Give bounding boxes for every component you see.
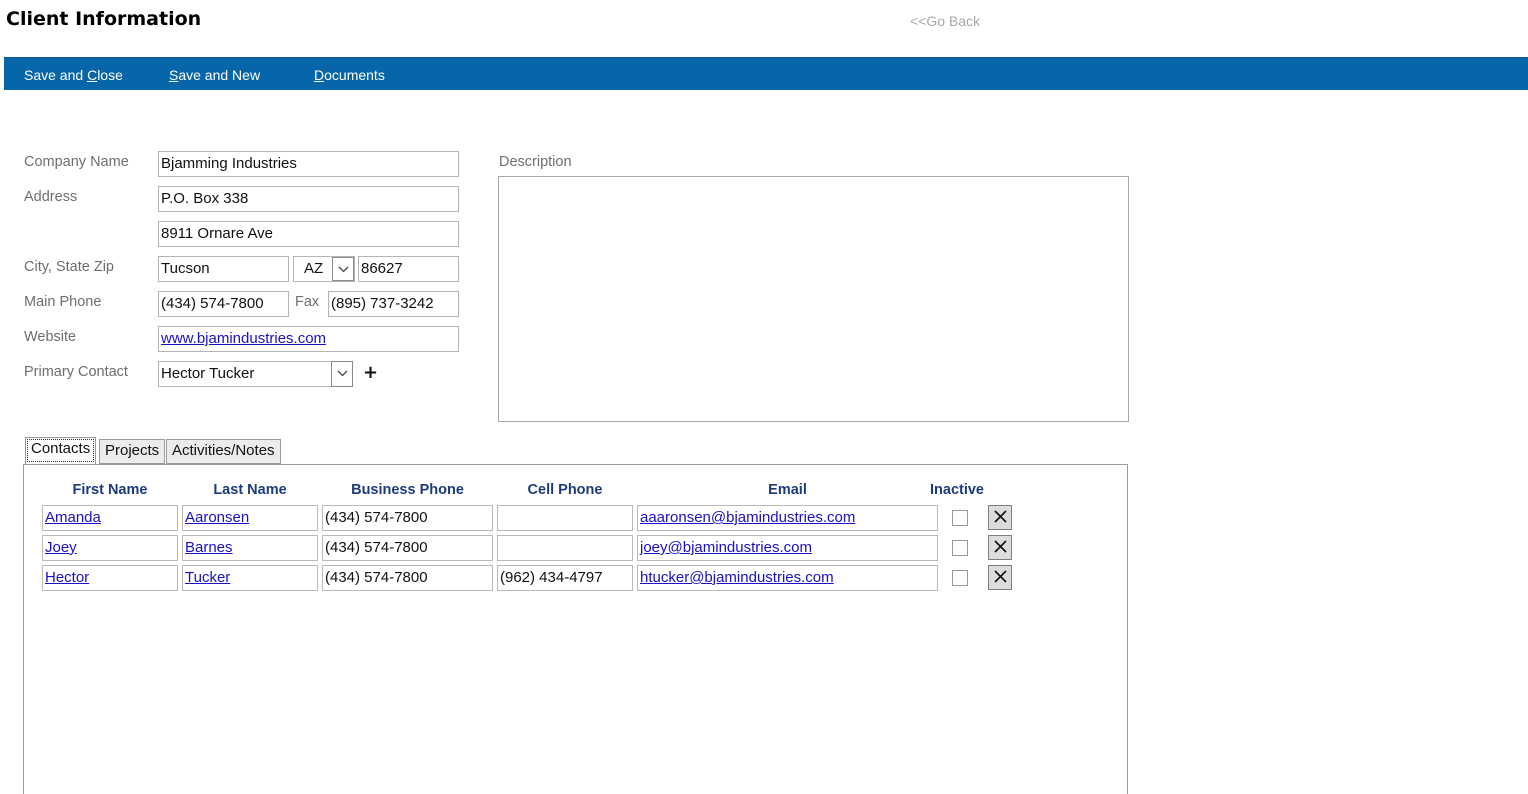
website-label: Website: [24, 329, 77, 345]
last-name-link[interactable]: Tucker: [182, 565, 318, 591]
email-link[interactable]: joey@bjamindustries.com: [637, 535, 938, 561]
zip-input[interactable]: 86627: [358, 256, 459, 282]
save-new-accesskey: S: [169, 67, 179, 83]
fax-label: Fax: [295, 294, 320, 310]
column-header-inactive: Inactive: [930, 482, 984, 498]
email-link[interactable]: htucker@bjamindustries.com: [637, 565, 938, 591]
description-textarea[interactable]: [498, 176, 1129, 422]
city-input[interactable]: Tucson: [158, 256, 289, 282]
page-title: Client Information: [6, 8, 202, 30]
column-header-first-name: First Name: [72, 482, 148, 498]
column-header-cell-phone: Cell Phone: [527, 482, 603, 498]
toolbar: Save and Close Save and New Documents: [4, 57, 1528, 90]
cell-phone-field[interactable]: [497, 505, 633, 531]
documents-accesskey: D: [314, 67, 325, 83]
documents-text: ocuments: [324, 67, 385, 83]
state-dropdown-button[interactable]: [332, 257, 354, 281]
company-name-input[interactable]: Bjamming Industries: [158, 151, 459, 177]
primary-contact-select[interactable]: Hector Tucker: [158, 361, 353, 387]
save-and-new-button[interactable]: Save and New: [169, 67, 260, 83]
first-name-link[interactable]: Joey: [42, 535, 178, 561]
column-header-business-phone: Business Phone: [351, 482, 464, 498]
main-phone-label: Main Phone: [24, 294, 102, 310]
save-close-text-end: lose: [97, 67, 123, 83]
last-name-link[interactable]: Aaronsen: [182, 505, 318, 531]
business-phone-field[interactable]: (434) 574-7800: [322, 565, 493, 591]
chevron-down-icon: [337, 370, 348, 377]
inactive-checkbox[interactable]: [952, 540, 968, 556]
cell-phone-field[interactable]: [497, 535, 633, 561]
save-new-text: ave and New: [178, 67, 261, 83]
business-phone-field[interactable]: (434) 574-7800: [322, 535, 493, 561]
city-state-zip-label: City, State Zip: [24, 259, 114, 275]
address-line2-input[interactable]: 8911 Ornare Ave: [158, 221, 459, 247]
close-icon: [994, 510, 1007, 523]
documents-button[interactable]: Documents: [314, 67, 385, 83]
address-label: Address: [24, 189, 78, 205]
business-phone-field[interactable]: (434) 574-7800: [322, 505, 493, 531]
save-close-accesskey: C: [87, 67, 98, 83]
tab-projects[interactable]: Projects: [99, 439, 166, 464]
inactive-checkbox[interactable]: [952, 570, 968, 586]
delete-contact-button[interactable]: [988, 565, 1012, 590]
save-close-text: Save and: [24, 67, 88, 83]
delete-contact-button[interactable]: [988, 505, 1012, 530]
cell-phone-field[interactable]: (962) 434-4797: [497, 565, 633, 591]
fax-input[interactable]: (895) 737-3242: [328, 291, 459, 317]
description-label: Description: [499, 154, 572, 170]
close-icon: [994, 570, 1007, 583]
chevron-down-icon: [338, 266, 349, 273]
address-line1-input[interactable]: P.O. Box 338: [158, 186, 459, 212]
primary-contact-dropdown-button[interactable]: [331, 361, 353, 387]
close-icon: [994, 540, 1007, 553]
company-name-label: Company Name: [24, 154, 129, 170]
website-link[interactable]: www.bjamindustries.com: [158, 326, 459, 352]
delete-contact-button[interactable]: [988, 535, 1012, 560]
first-name-link[interactable]: Amanda: [42, 505, 178, 531]
email-link[interactable]: aaaronsen@bjamindustries.com: [637, 505, 938, 531]
last-name-link[interactable]: Barnes: [182, 535, 318, 561]
column-header-email: Email: [768, 482, 807, 498]
tab-activities-notes[interactable]: Activities/Notes: [166, 439, 281, 464]
primary-contact-label: Primary Contact: [24, 364, 128, 380]
tab-contacts[interactable]: Contacts: [25, 437, 97, 464]
go-back-link[interactable]: <<Go Back: [910, 13, 980, 29]
save-and-close-button[interactable]: Save and Close: [24, 67, 123, 83]
inactive-checkbox[interactable]: [952, 510, 968, 526]
main-phone-input[interactable]: (434) 574-7800: [158, 291, 289, 317]
add-contact-button[interactable]: +: [363, 362, 378, 383]
first-name-link[interactable]: Hector: [42, 565, 178, 591]
column-header-last-name: Last Name: [213, 482, 287, 498]
